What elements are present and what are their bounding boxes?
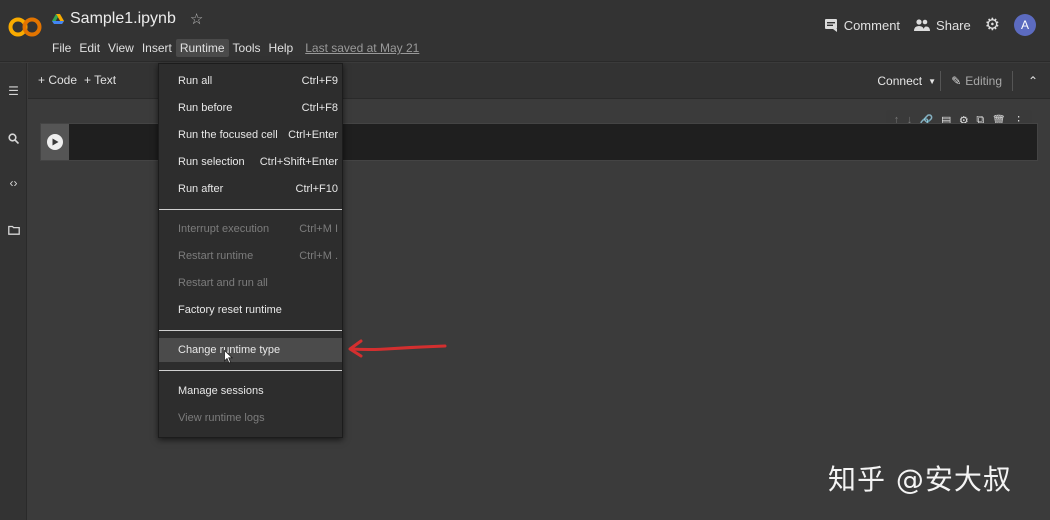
menu-edit[interactable]: Edit	[75, 39, 104, 57]
menu-item-factory-reset-runtime[interactable]: Factory reset runtime	[159, 298, 342, 322]
star-icon[interactable]: ☆	[190, 10, 203, 28]
chevron-up-icon: ⌃	[1027, 74, 1038, 88]
menu-item-view-runtime-logs: View runtime logs	[178, 412, 265, 424]
comment-label: Comment	[843, 17, 901, 33]
play-icon	[47, 134, 63, 150]
table-of-contents-icon[interactable]: ☰	[0, 81, 27, 101]
notebook-title[interactable]: Sample1.ipynb	[70, 10, 176, 28]
menu-divider	[159, 330, 342, 331]
pencil-icon: ✎	[951, 74, 962, 88]
comment-button[interactable]: Comment	[824, 18, 900, 33]
google-drive-icon	[52, 14, 64, 24]
connect-label: Connect	[877, 74, 923, 88]
menu-item-restart-runtime: Restart runtime Ctrl+M .	[178, 250, 338, 262]
menu-tools[interactable]: Tools	[229, 39, 265, 57]
share-button[interactable]: Share	[914, 18, 971, 33]
menu-runtime[interactable]: Runtime	[175, 39, 229, 57]
runtime-dropdown-menu: Run all Ctrl+F9 Run before Ctrl+F8 Run the…	[158, 63, 343, 438]
last-saved-link[interactable]: Last saved at May 21	[303, 39, 421, 57]
menu-view[interactable]: View	[104, 39, 138, 57]
comment-icon	[824, 19, 837, 32]
search-icon[interactable]	[0, 128, 27, 148]
collapse-header-button[interactable]: ⌃	[1012, 71, 1038, 91]
run-cell-button[interactable]	[41, 124, 69, 160]
menu-insert[interactable]: Insert	[138, 39, 176, 57]
annotation-arrow-icon	[348, 339, 447, 358]
menu-divider	[159, 209, 342, 210]
menu-item-run-before[interactable]: Run before Ctrl+F8	[159, 96, 342, 120]
menu-file[interactable]: File	[48, 39, 75, 57]
menu-divider	[159, 370, 342, 371]
add-code-button[interactable]: + Code	[38, 73, 77, 87]
left-sidebar: ☰ ‹›	[0, 63, 27, 520]
menu-item-run-selection[interactable]: Run selection Ctrl+Shift+Enter	[159, 150, 342, 174]
colab-logo[interactable]	[8, 13, 42, 41]
watermark-text: 知乎 @安大叔	[828, 463, 1012, 496]
code-snippets-icon[interactable]: ‹›	[0, 173, 27, 193]
menu-item-change-runtime-type[interactable]: Change runtime type	[159, 338, 342, 362]
add-text-button[interactable]: + Text	[84, 73, 116, 87]
editing-label: Editing	[965, 74, 1002, 88]
settings-gear-icon[interactable]: ⚙	[985, 15, 1000, 35]
share-label: Share	[936, 17, 971, 33]
menu-item-restart-and-run-all: Restart and run all	[178, 277, 268, 289]
menu-item-run-all[interactable]: Run all Ctrl+F9	[159, 69, 342, 93]
people-icon	[914, 19, 931, 31]
folder-icon[interactable]	[0, 220, 27, 240]
chevron-down-icon: ▼	[928, 76, 936, 86]
menu-item-run-focused-cell[interactable]: Run the focused cell Ctrl+Enter	[159, 123, 342, 147]
mouse-pointer-icon	[224, 350, 233, 364]
app-header: Sample1.ipynb ☆ File Edit View Insert Ru…	[0, 0, 1050, 62]
menu-bar: File Edit View Insert Runtime Tools Help…	[48, 39, 421, 57]
connect-button[interactable]: Connect ▼	[877, 74, 936, 88]
menu-item-manage-sessions[interactable]: Manage sessions	[159, 379, 342, 403]
menu-item-interrupt-execution: Interrupt execution Ctrl+M I	[178, 223, 338, 235]
menu-help[interactable]: Help	[265, 39, 298, 57]
avatar[interactable]: A	[1014, 14, 1036, 36]
editing-mode-button[interactable]: ✎ Editing	[940, 71, 1002, 91]
menu-item-run-after[interactable]: Run after Ctrl+F10	[159, 177, 342, 201]
